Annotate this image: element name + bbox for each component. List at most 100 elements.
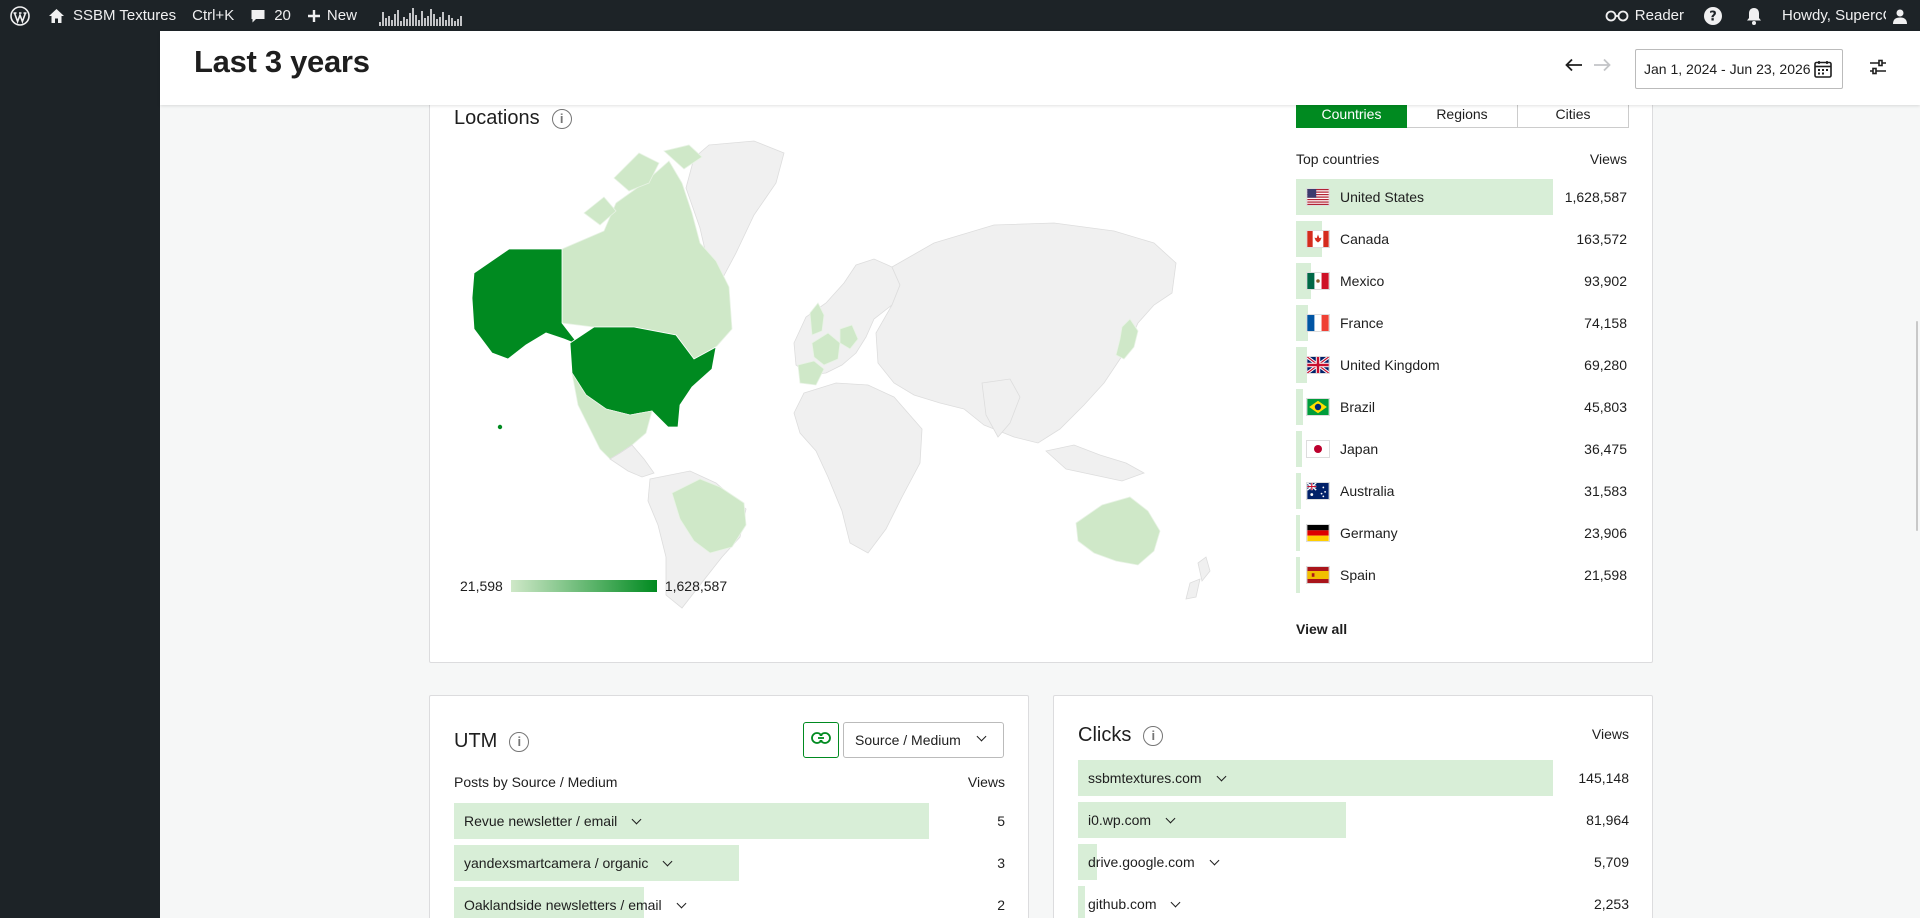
row-views: 163,572 xyxy=(1576,231,1627,247)
map-africa[interactable] xyxy=(793,382,923,554)
chevron-down-icon[interactable] xyxy=(676,898,687,908)
new-label: New xyxy=(326,7,357,24)
stats-header: Last 3 years Jan 1, 2024 - Jun 23, 2026 xyxy=(160,31,1920,105)
row-label: Mexico xyxy=(1340,273,1385,289)
help-button[interactable]: ? xyxy=(1692,0,1734,31)
country-row[interactable]: United States 1,628,587 xyxy=(1296,179,1627,215)
legend-gradient-bar xyxy=(510,580,657,592)
previous-period-button[interactable] xyxy=(1562,55,1586,79)
help-icon: ? xyxy=(1704,6,1722,25)
site-name-link[interactable]: SSBM Textures xyxy=(40,0,184,31)
row-label: drive.google.com xyxy=(1088,854,1195,870)
row-views: 31,583 xyxy=(1584,483,1627,499)
row-label-group: Brazil xyxy=(1296,398,1375,416)
country-row[interactable]: Canada 163,572 xyxy=(1296,221,1627,257)
views-heading: Views xyxy=(1589,151,1627,167)
date-range-picker[interactable]: Jan 1, 2024 - Jun 23, 2026 xyxy=(1635,49,1843,89)
row-views: 1,628,587 xyxy=(1564,189,1627,205)
stats-settings-button[interactable] xyxy=(1868,57,1890,79)
row-views: 2,253 xyxy=(1593,896,1629,912)
notifications-button[interactable] xyxy=(1734,0,1774,31)
flag-icon xyxy=(1306,230,1330,248)
row-views: 3 xyxy=(997,855,1005,871)
row-views: 69,280 xyxy=(1584,357,1627,373)
comments-count: 20 xyxy=(274,7,291,24)
chevron-down-icon[interactable] xyxy=(1216,771,1227,781)
utm-row[interactable]: Revue newsletter / email 5 xyxy=(454,803,1005,839)
row-label: Japan xyxy=(1340,441,1379,457)
click-row[interactable]: drive.google.com 5,709 xyxy=(1078,844,1629,880)
row-views: 81,964 xyxy=(1586,812,1629,828)
row-label: Oaklandside newsletters / email xyxy=(464,897,662,913)
date-range-text: Jan 1, 2024 - Jun 23, 2026 xyxy=(1644,61,1811,77)
row-label-group: Germany xyxy=(1296,524,1398,542)
utm-row[interactable]: Oaklandside newsletters / email 2 xyxy=(454,887,1005,918)
row-views: 2 xyxy=(997,897,1005,913)
flag-icon xyxy=(1306,314,1330,332)
utm-grouping-select[interactable]: Source / Medium xyxy=(843,722,1004,758)
admin-bar: SSBM Textures Ctrl+K 20 New Reader ? How… xyxy=(0,0,1920,31)
locations-card: Locations i 21,598 1,628,587 Countries R… xyxy=(429,80,1653,663)
row-label-group: Revue newsletter / email xyxy=(454,813,642,829)
click-row[interactable]: github.com 2,253 xyxy=(1078,886,1629,918)
wordpress-logo-icon[interactable] xyxy=(0,0,40,31)
country-row[interactable]: Australia 31,583 xyxy=(1296,473,1627,509)
row-label-group: yandexsmartcamera / organic xyxy=(454,855,673,871)
reader-link[interactable]: Reader xyxy=(1597,0,1692,31)
utm-link-button[interactable] xyxy=(803,722,839,758)
stats-sparkline[interactable] xyxy=(365,0,470,31)
row-label-group: Mexico xyxy=(1296,272,1384,290)
scrollbar-thumb[interactable] xyxy=(1916,321,1918,531)
map-new-zealand[interactable] xyxy=(1185,556,1211,600)
map-hawaii[interactable] xyxy=(497,424,503,430)
row-views: 21,598 xyxy=(1584,567,1627,583)
country-row[interactable]: Germany 23,906 xyxy=(1296,515,1627,551)
site-name: SSBM Textures xyxy=(73,7,177,24)
utm-card: UTM i Source / Medium Posts by Source / … xyxy=(429,695,1029,918)
admin-sidebar xyxy=(0,31,160,918)
country-row[interactable]: Spain 21,598 xyxy=(1296,557,1627,593)
utm-list-heading: Posts by Source / Medium xyxy=(454,774,618,790)
command-palette-shortcut[interactable]: Ctrl+K xyxy=(184,0,242,31)
country-row[interactable]: France 74,158 xyxy=(1296,305,1627,341)
row-views: 74,158 xyxy=(1584,315,1627,331)
flag-icon xyxy=(1306,272,1330,290)
country-row[interactable]: United Kingdom 69,280 xyxy=(1296,347,1627,383)
map-southeast-asia[interactable] xyxy=(1045,444,1145,482)
country-row[interactable]: Mexico 93,902 xyxy=(1296,263,1627,299)
row-label-group: United States xyxy=(1296,188,1424,206)
chevron-down-icon[interactable] xyxy=(1171,897,1181,907)
country-row[interactable]: Brazil 45,803 xyxy=(1296,389,1627,425)
flag-icon xyxy=(1306,566,1330,584)
click-row[interactable]: i0.wp.com 81,964 xyxy=(1078,802,1629,838)
row-views: 5 xyxy=(997,813,1005,829)
my-account-link[interactable]: Howdy, SupercCres xyxy=(1774,0,1916,31)
utm-title: UTM xyxy=(454,730,498,752)
view-all-link[interactable]: View all xyxy=(1296,621,1347,637)
row-views: 145,148 xyxy=(1578,770,1629,786)
chevron-down-icon[interactable] xyxy=(662,856,673,866)
comments-link[interactable]: 20 xyxy=(242,0,299,31)
new-content-link[interactable]: New xyxy=(299,0,365,31)
world-map[interactable] xyxy=(454,133,1244,613)
locations-title-row: Locations i xyxy=(454,107,572,130)
click-row[interactable]: ssbmtextures.com 145,148 xyxy=(1078,760,1629,796)
next-period-button[interactable] xyxy=(1590,55,1614,79)
map-australia[interactable] xyxy=(1075,496,1161,566)
page-scrollbar[interactable] xyxy=(1914,31,1920,918)
row-label: Australia xyxy=(1340,483,1395,499)
row-views: 36,475 xyxy=(1584,441,1627,457)
legend-max: 1,628,587 xyxy=(664,578,728,594)
row-views: 93,902 xyxy=(1584,273,1627,289)
chevron-down-icon[interactable] xyxy=(1209,855,1220,865)
info-icon[interactable]: i xyxy=(509,731,530,752)
info-icon[interactable]: i xyxy=(551,108,572,129)
row-label: yandexsmartcamera / organic xyxy=(464,855,649,871)
country-row[interactable]: Japan 36,475 xyxy=(1296,431,1627,467)
reader-label: Reader xyxy=(1634,7,1684,24)
chevron-down-icon[interactable] xyxy=(1165,813,1176,823)
chevron-down-icon[interactable] xyxy=(631,814,642,824)
utm-row[interactable]: yandexsmartcamera / organic 3 xyxy=(454,845,1005,881)
page-title: Last 3 years xyxy=(194,44,370,79)
row-label-group: France xyxy=(1296,314,1384,332)
